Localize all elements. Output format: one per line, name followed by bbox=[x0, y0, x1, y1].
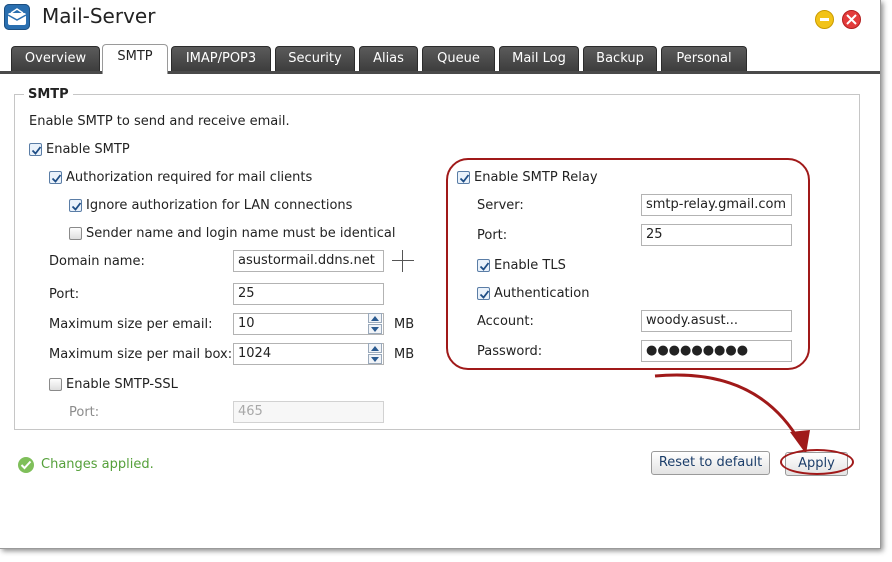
tab-personal[interactable]: Personal bbox=[661, 46, 747, 71]
chevron-up-icon bbox=[371, 316, 379, 321]
domain-name-input[interactable]: asustormail.ddns.net bbox=[233, 250, 384, 272]
tab-overview[interactable]: Overview bbox=[11, 46, 100, 71]
max-email-input[interactable]: 10 bbox=[233, 313, 384, 335]
close-button[interactable] bbox=[842, 10, 861, 29]
ignore-lan-label: Ignore authorization for LAN connections bbox=[86, 198, 353, 213]
sender-identical-checkbox[interactable] bbox=[69, 227, 82, 240]
ssl-port-input[interactable]: 465 bbox=[233, 401, 384, 423]
tab-imap-pop3[interactable]: IMAP/POP3 bbox=[171, 46, 271, 71]
mail-server-window: Mail-Server Overview SMTP IMAP/POP3 Secu… bbox=[0, 0, 881, 549]
checkmark-icon bbox=[71, 202, 82, 211]
chevron-down-icon bbox=[371, 357, 379, 362]
enable-relay-checkbox[interactable] bbox=[457, 171, 470, 184]
smtp-port-label: Port: bbox=[49, 287, 80, 302]
enable-smtp-ssl-label: Enable SMTP-SSL bbox=[66, 377, 178, 392]
enable-smtp-checkbox[interactable] bbox=[29, 143, 42, 156]
mail-server-app-icon bbox=[4, 4, 30, 30]
max-email-unit: MB bbox=[394, 317, 415, 332]
max-email-stepper[interactable] bbox=[368, 313, 382, 335]
max-email-label: Maximum size per email: bbox=[49, 317, 213, 332]
tab-alias[interactable]: Alias bbox=[359, 46, 418, 71]
relay-password-input[interactable]: ●●●●●●●●● bbox=[641, 340, 792, 362]
chevron-down-icon bbox=[371, 327, 379, 332]
auth-required-checkbox[interactable] bbox=[49, 171, 62, 184]
tab-bar: Overview SMTP IMAP/POP3 Security Alias Q… bbox=[0, 44, 880, 74]
smtp-description: Enable SMTP to send and receive email. bbox=[29, 114, 290, 129]
checkmark-icon bbox=[51, 174, 62, 183]
relay-server-input[interactable]: smtp-relay.gmail.com bbox=[641, 194, 792, 216]
auth-required-label: Authorization required for mail clients bbox=[66, 170, 313, 185]
enable-tls-label: Enable TLS bbox=[494, 258, 566, 273]
relay-account-input[interactable]: woody.asust... bbox=[641, 310, 792, 332]
enable-tls-checkbox[interactable] bbox=[477, 259, 490, 272]
success-check-icon bbox=[18, 457, 34, 473]
chevron-up-icon bbox=[371, 346, 379, 351]
tab-queue[interactable]: Queue bbox=[422, 46, 495, 71]
enable-smtp-label: Enable SMTP bbox=[46, 142, 130, 157]
window-title: Mail-Server bbox=[42, 4, 156, 28]
max-mailbox-unit: MB bbox=[394, 347, 415, 362]
tab-smtp[interactable]: SMTP bbox=[102, 44, 168, 74]
max-mailbox-label: Maximum size per mail box: bbox=[49, 347, 233, 362]
annotation-arrow-icon bbox=[654, 373, 810, 454]
enable-smtp-ssl-checkbox[interactable] bbox=[49, 378, 62, 391]
title-bar: Mail-Server bbox=[0, 0, 880, 38]
checkmark-icon bbox=[459, 174, 470, 183]
enable-relay-label: Enable SMTP Relay bbox=[474, 170, 598, 185]
smtp-port-input[interactable]: 25 bbox=[233, 283, 384, 305]
authentication-checkbox[interactable] bbox=[477, 287, 490, 300]
relay-port-input[interactable]: 25 bbox=[641, 224, 792, 246]
relay-password-label: Password: bbox=[477, 344, 543, 359]
status-message: Changes applied. bbox=[41, 457, 154, 472]
relay-account-label: Account: bbox=[477, 314, 534, 329]
plus-icon[interactable] bbox=[392, 250, 414, 272]
tab-security[interactable]: Security bbox=[275, 46, 355, 71]
reset-to-default-button[interactable]: Reset to default bbox=[651, 451, 770, 475]
ignore-lan-checkbox[interactable] bbox=[69, 199, 82, 212]
relay-server-label: Server: bbox=[477, 198, 524, 213]
tab-mail-log[interactable]: Mail Log bbox=[499, 46, 579, 71]
domain-name-label: Domain name: bbox=[49, 254, 145, 269]
checkmark-icon bbox=[31, 146, 42, 155]
smtp-legend: SMTP bbox=[24, 87, 73, 102]
authentication-label: Authentication bbox=[494, 286, 590, 301]
close-icon bbox=[846, 14, 857, 25]
sender-identical-label: Sender name and login name must be ident… bbox=[86, 226, 396, 241]
max-mailbox-stepper[interactable] bbox=[368, 343, 382, 365]
tab-backup[interactable]: Backup bbox=[583, 46, 657, 71]
minimize-button[interactable] bbox=[815, 10, 834, 29]
checkmark-icon bbox=[479, 290, 490, 299]
max-mailbox-input[interactable]: 1024 bbox=[233, 343, 384, 365]
ssl-port-label: Port: bbox=[69, 405, 100, 420]
apply-highlight-annotation bbox=[780, 449, 854, 475]
checkmark-icon bbox=[479, 262, 490, 271]
relay-port-label: Port: bbox=[477, 228, 508, 243]
